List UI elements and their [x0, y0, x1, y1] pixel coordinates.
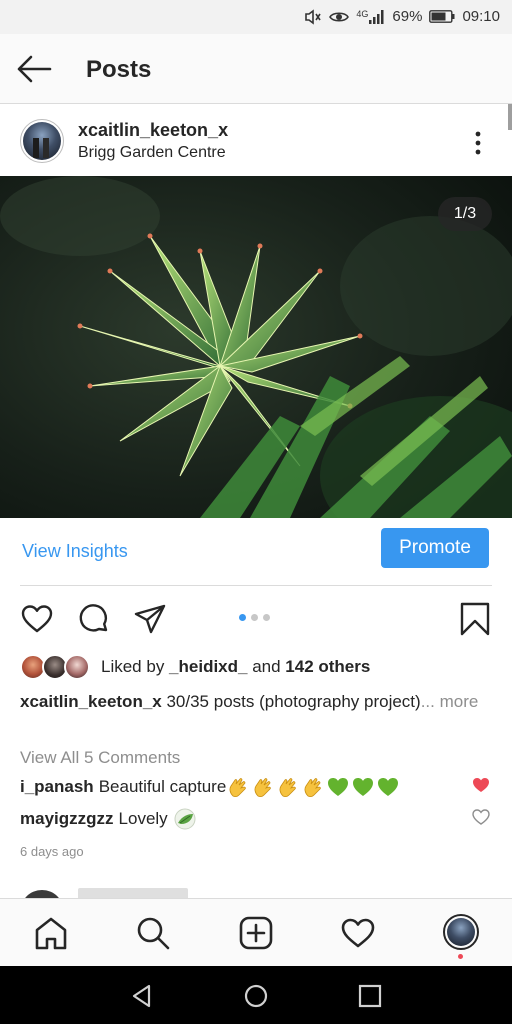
comment-username[interactable]: mayigzzgzz: [20, 809, 114, 829]
vertical-ellipsis-icon[interactable]: [468, 128, 488, 158]
search-icon[interactable]: [135, 915, 171, 951]
clapping-hands-emoji-icon: [254, 778, 272, 798]
avatar[interactable]: [20, 119, 64, 163]
comment-row: mayigzzgzz Lovely: [20, 808, 196, 830]
carousel-dot: [251, 614, 258, 621]
arrow-left-icon[interactable]: [14, 52, 54, 86]
caption-username[interactable]: xcaitlin_keeton_x: [20, 692, 162, 711]
clapping-hands-emoji-icon: [229, 778, 247, 798]
comment-icon[interactable]: [77, 602, 111, 636]
comment-username[interactable]: i_panash: [20, 777, 94, 797]
green-heart-emoji-icon: [353, 778, 374, 796]
share-icon[interactable]: [133, 602, 167, 636]
clapping-hands-emoji-icon: [304, 778, 322, 798]
recents-square-icon[interactable]: [357, 983, 383, 1009]
divider: [20, 585, 492, 586]
carousel-indicator: [239, 614, 270, 621]
post-caption: xcaitlin_keeton_x 30/35 posts (photograp…: [20, 689, 490, 715]
likes-count[interactable]: 142 others: [285, 657, 370, 676]
network-type: 4G: [356, 8, 369, 19]
green-heart-emoji-icon: [328, 778, 349, 796]
insights-row: View Insights Promote: [0, 518, 512, 586]
post-location[interactable]: Brigg Garden Centre: [78, 144, 226, 162]
comment-emoji: [174, 808, 196, 830]
home-icon[interactable]: [33, 915, 69, 951]
likes-text: Liked by _heidixd_ and 142 others: [101, 657, 371, 676]
status-bar: 4G 69% 09:10: [0, 0, 512, 34]
add-post-icon[interactable]: [238, 915, 274, 951]
post-photo[interactable]: [0, 176, 512, 518]
caption-more-link[interactable]: ... more: [421, 692, 479, 711]
photo-counter-badge: 1/3: [438, 197, 492, 231]
notification-dot: [458, 954, 463, 959]
comment-like-heart-icon[interactable]: [472, 777, 490, 793]
liker-avatars: [20, 654, 92, 680]
plant-photo-image: [0, 176, 512, 518]
view-insights-link[interactable]: View Insights: [22, 541, 128, 562]
battery-icon: [429, 10, 455, 23]
app-header: Posts: [0, 34, 512, 104]
comment-text: Lovely: [118, 809, 168, 828]
page-title: Posts: [86, 56, 152, 83]
carousel-dot: [239, 614, 246, 621]
clapping-hands-emoji-icon: [279, 778, 297, 798]
system-navigation-bar: [0, 966, 512, 1024]
home-circle-icon[interactable]: [243, 983, 269, 1009]
eye-icon: [329, 11, 350, 22]
leaf-emoji-icon: [174, 808, 196, 830]
post-timestamp: 6 days ago: [20, 844, 84, 859]
post-actions: [0, 594, 512, 642]
activity-heart-icon[interactable]: [340, 915, 376, 951]
profile-avatar[interactable]: [443, 914, 479, 950]
bottom-navigation: [0, 898, 512, 966]
caption-text: 30/35 posts (photography project): [161, 692, 421, 711]
bookmark-icon[interactable]: [458, 602, 492, 636]
mute-icon: [305, 8, 322, 25]
avatar: [64, 654, 90, 680]
post-username[interactable]: xcaitlin_keeton_x: [78, 120, 228, 141]
battery-percent: 69%: [392, 8, 423, 25]
view-all-comments-link[interactable]: View All 5 Comments: [20, 748, 180, 768]
clock: 09:10: [462, 8, 500, 25]
liker-username[interactable]: _heidixd_: [169, 657, 247, 676]
carousel-dot: [263, 614, 270, 621]
comment-text: Beautiful capture: [98, 777, 227, 796]
next-post-username: [78, 888, 198, 898]
signal-icon: [369, 9, 384, 24]
promote-button[interactable]: Promote: [381, 528, 489, 568]
likes-summary[interactable]: Liked by _heidixd_ and 142 others: [20, 654, 500, 680]
comment-emoji: [227, 776, 399, 798]
comment-like-heart-icon[interactable]: [472, 809, 490, 825]
post-header: xcaitlin_keeton_x Brigg Garden Centre: [0, 104, 512, 176]
comment-row: i_panash Beautiful capture: [20, 776, 399, 798]
back-triangle-icon[interactable]: [129, 983, 155, 1009]
heart-icon[interactable]: [20, 602, 54, 636]
green-heart-emoji-icon: [378, 778, 399, 796]
